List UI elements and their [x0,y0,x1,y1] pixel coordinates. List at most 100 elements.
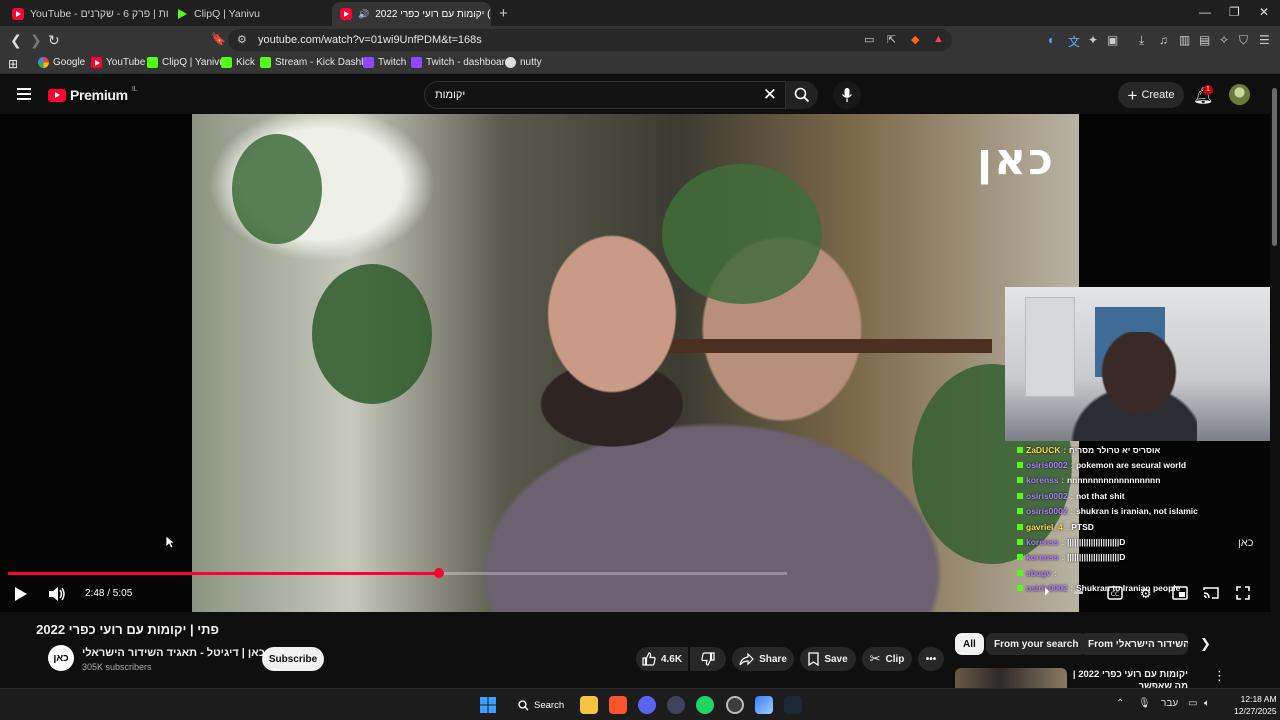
browser-tab-bar: (1) יקומות | פרק 6 - שקרנים - YouTube Cl… [0,0,1280,26]
subscribe-button[interactable]: Subscribe [262,647,324,671]
tab-clipq[interactable]: ClipQ | Yanivu [168,2,328,26]
site-settings-icon[interactable]: ⚙ [237,33,247,46]
mouse-cursor-icon [165,535,175,549]
leo-ai-icon[interactable]: ✧ [1219,33,1229,47]
minimize-icon[interactable]: — [1199,5,1211,19]
account-avatar[interactable] [1229,84,1250,105]
chips-next-chevron-icon[interactable]: ❯ [1200,636,1211,652]
speaker-icon[interactable]: 🔊 [358,9,369,20]
bookmark-twitch-dashboard[interactable]: Twitch - dashboard [411,57,511,68]
url-text[interactable]: youtube.com/watch?v=01wi9UnfPDM&t=168s [258,34,482,46]
bookmark-kick[interactable]: Kick [221,57,255,68]
bookmark-google[interactable]: Google [38,57,85,68]
speaker-icon[interactable]: 🔈︎ [1204,698,1210,709]
tray-overflow-chevron-icon[interactable]: ⌃ [1116,698,1124,709]
create-button[interactable]: + Create [1118,82,1184,108]
chip-all[interactable]: All [955,633,984,655]
video-player[interactable]: כאן ZaDUCK: אוסריס יא טרולר מסריח osiris00… [0,114,1270,612]
bookmark-youtube[interactable]: YouTube [91,57,145,68]
tab-youtube-active[interactable]: 🔊 (1) יקומות עם רועי כפרי 2022 ✕ [332,2,491,26]
cast-to-tv-icon[interactable] [1203,586,1219,600]
brave-rewards-icon[interactable]: ▲ [933,33,944,45]
close-window-icon[interactable]: ✕ [1259,5,1269,19]
cast-icon[interactable]: ▭ [864,33,874,46]
video-frame[interactable]: כאן [192,114,1079,612]
page-scrollbar[interactable] [1272,88,1277,246]
play-icon[interactable] [14,586,28,602]
sidebar-icon[interactable]: ▥ [1179,33,1190,47]
youtube-premium-logo[interactable]: Premium IL [48,86,138,103]
hamburger-menu-icon[interactable] [17,88,31,103]
app-diamond-icon[interactable] [755,696,773,714]
kick-icon [260,57,271,68]
chat-message: korenss: ||||||||||||||||||||||D [1017,550,1267,565]
media-icon[interactable]: ♫ [1159,33,1168,47]
translate-icon[interactable]: 文 [1068,33,1080,50]
thumbs-up-icon [642,652,656,666]
share-page-icon[interactable]: ⇱ [887,33,896,46]
brave-shields-icon[interactable]: ◆ [911,33,919,46]
progress-scrubber[interactable] [433,568,444,578]
downloads-icon[interactable]: ⤓ [1139,33,1144,48]
clear-search-icon[interactable]: ✕ [763,85,777,105]
autoplay-switch[interactable]: ▬ [1074,586,1083,596]
windows-start-icon[interactable] [479,696,497,714]
obs-studio-icon[interactable] [726,696,744,714]
progress-bar[interactable] [8,568,787,578]
search-button[interactable] [786,81,818,109]
brave-browser-icon[interactable] [609,696,627,714]
discord-icon[interactable] [638,696,656,714]
extension-box-icon[interactable]: ▣ [1107,33,1118,47]
chip-from-channel[interactable]: From כאן | תאגיד השידור הישראלי [1080,633,1188,655]
captions-icon[interactable]: CC [1107,586,1123,600]
system-clock[interactable]: 12:18 AM 12/27/2025 [1234,693,1277,717]
restore-icon[interactable]: ❐ [1229,5,1240,19]
app-arrow-icon[interactable] [667,696,685,714]
volume-icon[interactable] [48,586,66,602]
channel-avatar[interactable]: כאן [48,645,74,671]
taskbar-search-button[interactable]: Search [512,694,572,716]
file-explorer-icon[interactable] [580,696,598,714]
extensions-icon[interactable]: ✦ [1088,33,1098,47]
bookmark-nutty[interactable]: nutty [505,57,542,68]
settings-gear-icon[interactable]: ⚙ [1140,586,1152,602]
url-bar[interactable]: ⚙ youtube.com/watch?v=01wi9UnfPDM&t=168s… [228,29,952,51]
fullscreen-icon[interactable] [1236,586,1250,600]
input-language[interactable]: עבר [1161,698,1178,709]
like-button[interactable]: 4.6K [636,647,688,671]
more-actions-button[interactable]: ••• [918,647,944,671]
autoplay-toggle-icon[interactable]: ⏵︎ [1044,586,1050,599]
forward-icon[interactable]: ❯ [30,32,42,49]
kick-badge-icon [1017,554,1023,561]
channel-name[interactable]: כאן | דיגיטל - תאגיד השידור הישראלי ● [82,647,273,659]
wallet-icon[interactable]: ▤ [1199,33,1210,47]
dislike-button[interactable] [690,647,726,671]
new-tab-icon[interactable]: + [499,5,508,22]
recommendation-more-icon[interactable]: ⋮ [1213,668,1226,684]
search-input[interactable]: יקומות ✕ [424,81,786,109]
clip-button[interactable]: ✂ Clip [862,647,912,671]
kan-small-watermark: כאן [1238,537,1254,549]
bookmark-kick-dashboard[interactable]: Stream - Kick Dashb... [260,57,375,68]
steam-icon[interactable] [784,696,802,714]
bookmark-icon[interactable]: 🔖 [211,32,226,46]
spotify-icon[interactable] [696,696,714,714]
tray-microphone-icon[interactable]: 🎙︎ [1138,698,1151,709]
twitch-icon [411,57,422,68]
chip-from-your-search[interactable]: From your search [986,633,1087,655]
recommendation-thumbnail[interactable] [955,668,1067,688]
miniplayer-icon[interactable] [1172,586,1188,600]
voice-search-button[interactable] [833,81,861,109]
share-button[interactable]: Share [732,647,794,671]
save-button[interactable]: Save [800,647,856,671]
network-icon[interactable]: ▭ [1188,698,1197,709]
reload-icon[interactable]: ↻ [48,32,60,49]
bookmark-twitch[interactable]: Twitch [363,57,406,68]
apps-grid-icon[interactable]: ⊞ [8,57,18,71]
bookmark-clipq[interactable]: ClipQ | Yanivu [147,57,225,68]
back-icon[interactable]: ❮ [10,32,22,49]
tab-youtube-shakranim[interactable]: (1) יקומות | פרק 6 - שקרנים - YouTube [4,2,169,26]
extension-audio-icon[interactable]: ◐ [1048,33,1055,47]
menu-icon[interactable]: ☰ [1259,33,1270,47]
vpn-icon[interactable]: ⛉ [1239,33,1248,48]
